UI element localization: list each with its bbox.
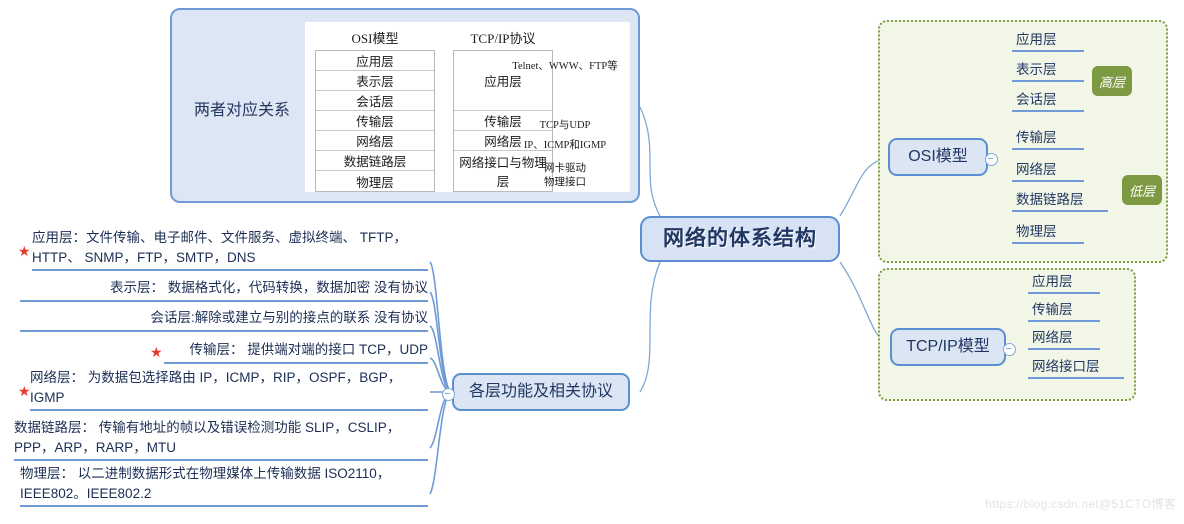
tcpip-layer-item[interactable]: 应用层	[1028, 272, 1100, 294]
star-marker-icon: ★	[150, 344, 163, 360]
osi-layer-item[interactable]: 会话层	[1012, 90, 1084, 112]
osi-cell: 会话层	[316, 91, 434, 111]
star-marker-icon: ★	[18, 243, 31, 259]
functions-branch-node[interactable]: 各层功能及相关协议	[442, 373, 630, 411]
osi-cell: 数据链路层	[316, 151, 434, 171]
tcpip-layer-item[interactable]: 网络层	[1028, 328, 1100, 350]
tcpip-layer-item[interactable]: 网络接口层	[1028, 357, 1124, 379]
tcpip-branch-node[interactable]: TCP/IP模型	[890, 328, 1016, 366]
protocol-note: TCP与UDP	[539, 120, 591, 131]
osi-column-header: OSI模型	[351, 31, 399, 46]
collapse-toggle-icon[interactable]	[985, 153, 998, 166]
watermark: https://blog.csdn.net@51CTO博客	[985, 497, 1176, 511]
comparison-card[interactable]: 两者对应关系 OSI模型 应用层 表示层 会话层 传输层 网络层 数据链路层 物…	[170, 8, 640, 203]
layer-function-item[interactable]: 数据链路层： 传输有地址的帧以及错误检测功能 SLIP，CSLIP，PPP，AR…	[14, 418, 428, 462]
tcpip-column-header: TCP/IP协议	[470, 31, 536, 46]
osi-column: OSI模型 应用层 表示层 会话层 传输层 网络层 数据链路层 物理层	[315, 28, 435, 192]
osi-layer-item[interactable]: 物理层	[1012, 222, 1084, 244]
osi-branch-label: OSI模型	[908, 147, 968, 165]
tcpip-branch-label: TCP/IP模型	[906, 337, 990, 355]
collapse-toggle-icon[interactable]	[442, 388, 455, 401]
layer-function-item[interactable]: 物理层： 以二进制数据形式在物理媒体上传输数据 ISO2110，IEEE802。…	[20, 464, 428, 508]
layer-function-item[interactable]: 会话层:解除或建立与别的接点的联系 没有协议	[20, 308, 428, 332]
layer-function-item[interactable]: 表示层： 数据格式化，代码转换，数据加密 没有协议	[20, 278, 428, 302]
osi-cell: 传输层	[316, 111, 434, 131]
osi-cell: 网络层	[316, 131, 434, 151]
osi-layer-item[interactable]: 网络层	[1012, 160, 1084, 182]
osi-upper-layers-badge[interactable]: 高层	[1092, 66, 1132, 96]
comparison-table: OSI模型 应用层 表示层 会话层 传输层 网络层 数据链路层 物理层 TCP/…	[305, 22, 630, 192]
tcpip-layer-item[interactable]: 传输层	[1028, 300, 1100, 322]
osi-branch-node[interactable]: OSI模型	[888, 138, 998, 176]
osi-cell: 物理层	[356, 175, 394, 190]
protocol-note: 网卡驱动 物理接口	[544, 163, 586, 189]
protocol-note: IP、ICMP和IGMP	[523, 140, 607, 151]
osi-cell: 应用层	[316, 51, 434, 71]
osi-layer-item[interactable]: 应用层	[1012, 30, 1084, 52]
layer-function-item[interactable]: 应用层：文件传输、电子邮件、文件服务、虚拟终端、 TFTP，HTTP、 SNMP…	[32, 228, 428, 272]
osi-lower-layers-badge[interactable]: 低层	[1122, 175, 1162, 205]
osi-layer-item[interactable]: 数据链路层	[1012, 190, 1108, 212]
star-marker-icon: ★	[18, 383, 31, 399]
layer-function-item[interactable]: 传输层： 提供端对端的接口 TCP，UDP	[164, 340, 428, 364]
osi-cell: 表示层	[316, 71, 434, 91]
osi-layer-item[interactable]: 表示层	[1012, 60, 1084, 82]
functions-branch-label: 各层功能及相关协议	[468, 382, 613, 400]
comparison-card-label: 两者对应关系	[193, 102, 290, 119]
osi-layer-item[interactable]: 传输层	[1012, 128, 1084, 150]
collapse-toggle-icon[interactable]	[1003, 343, 1016, 356]
central-topic-node[interactable]: 网络的体系结构	[640, 216, 840, 262]
protocol-note: Telnet、WWW、FTP等	[512, 61, 618, 72]
central-topic-label: 网络的体系结构	[663, 226, 817, 250]
layer-function-item[interactable]: 网络层： 为数据包选择路由 IP，ICMP，RIP，OSPF，BGP，IGMP	[30, 368, 428, 412]
osi-cells: 应用层 表示层 会话层 传输层 网络层 数据链路层 物理层	[315, 50, 435, 192]
